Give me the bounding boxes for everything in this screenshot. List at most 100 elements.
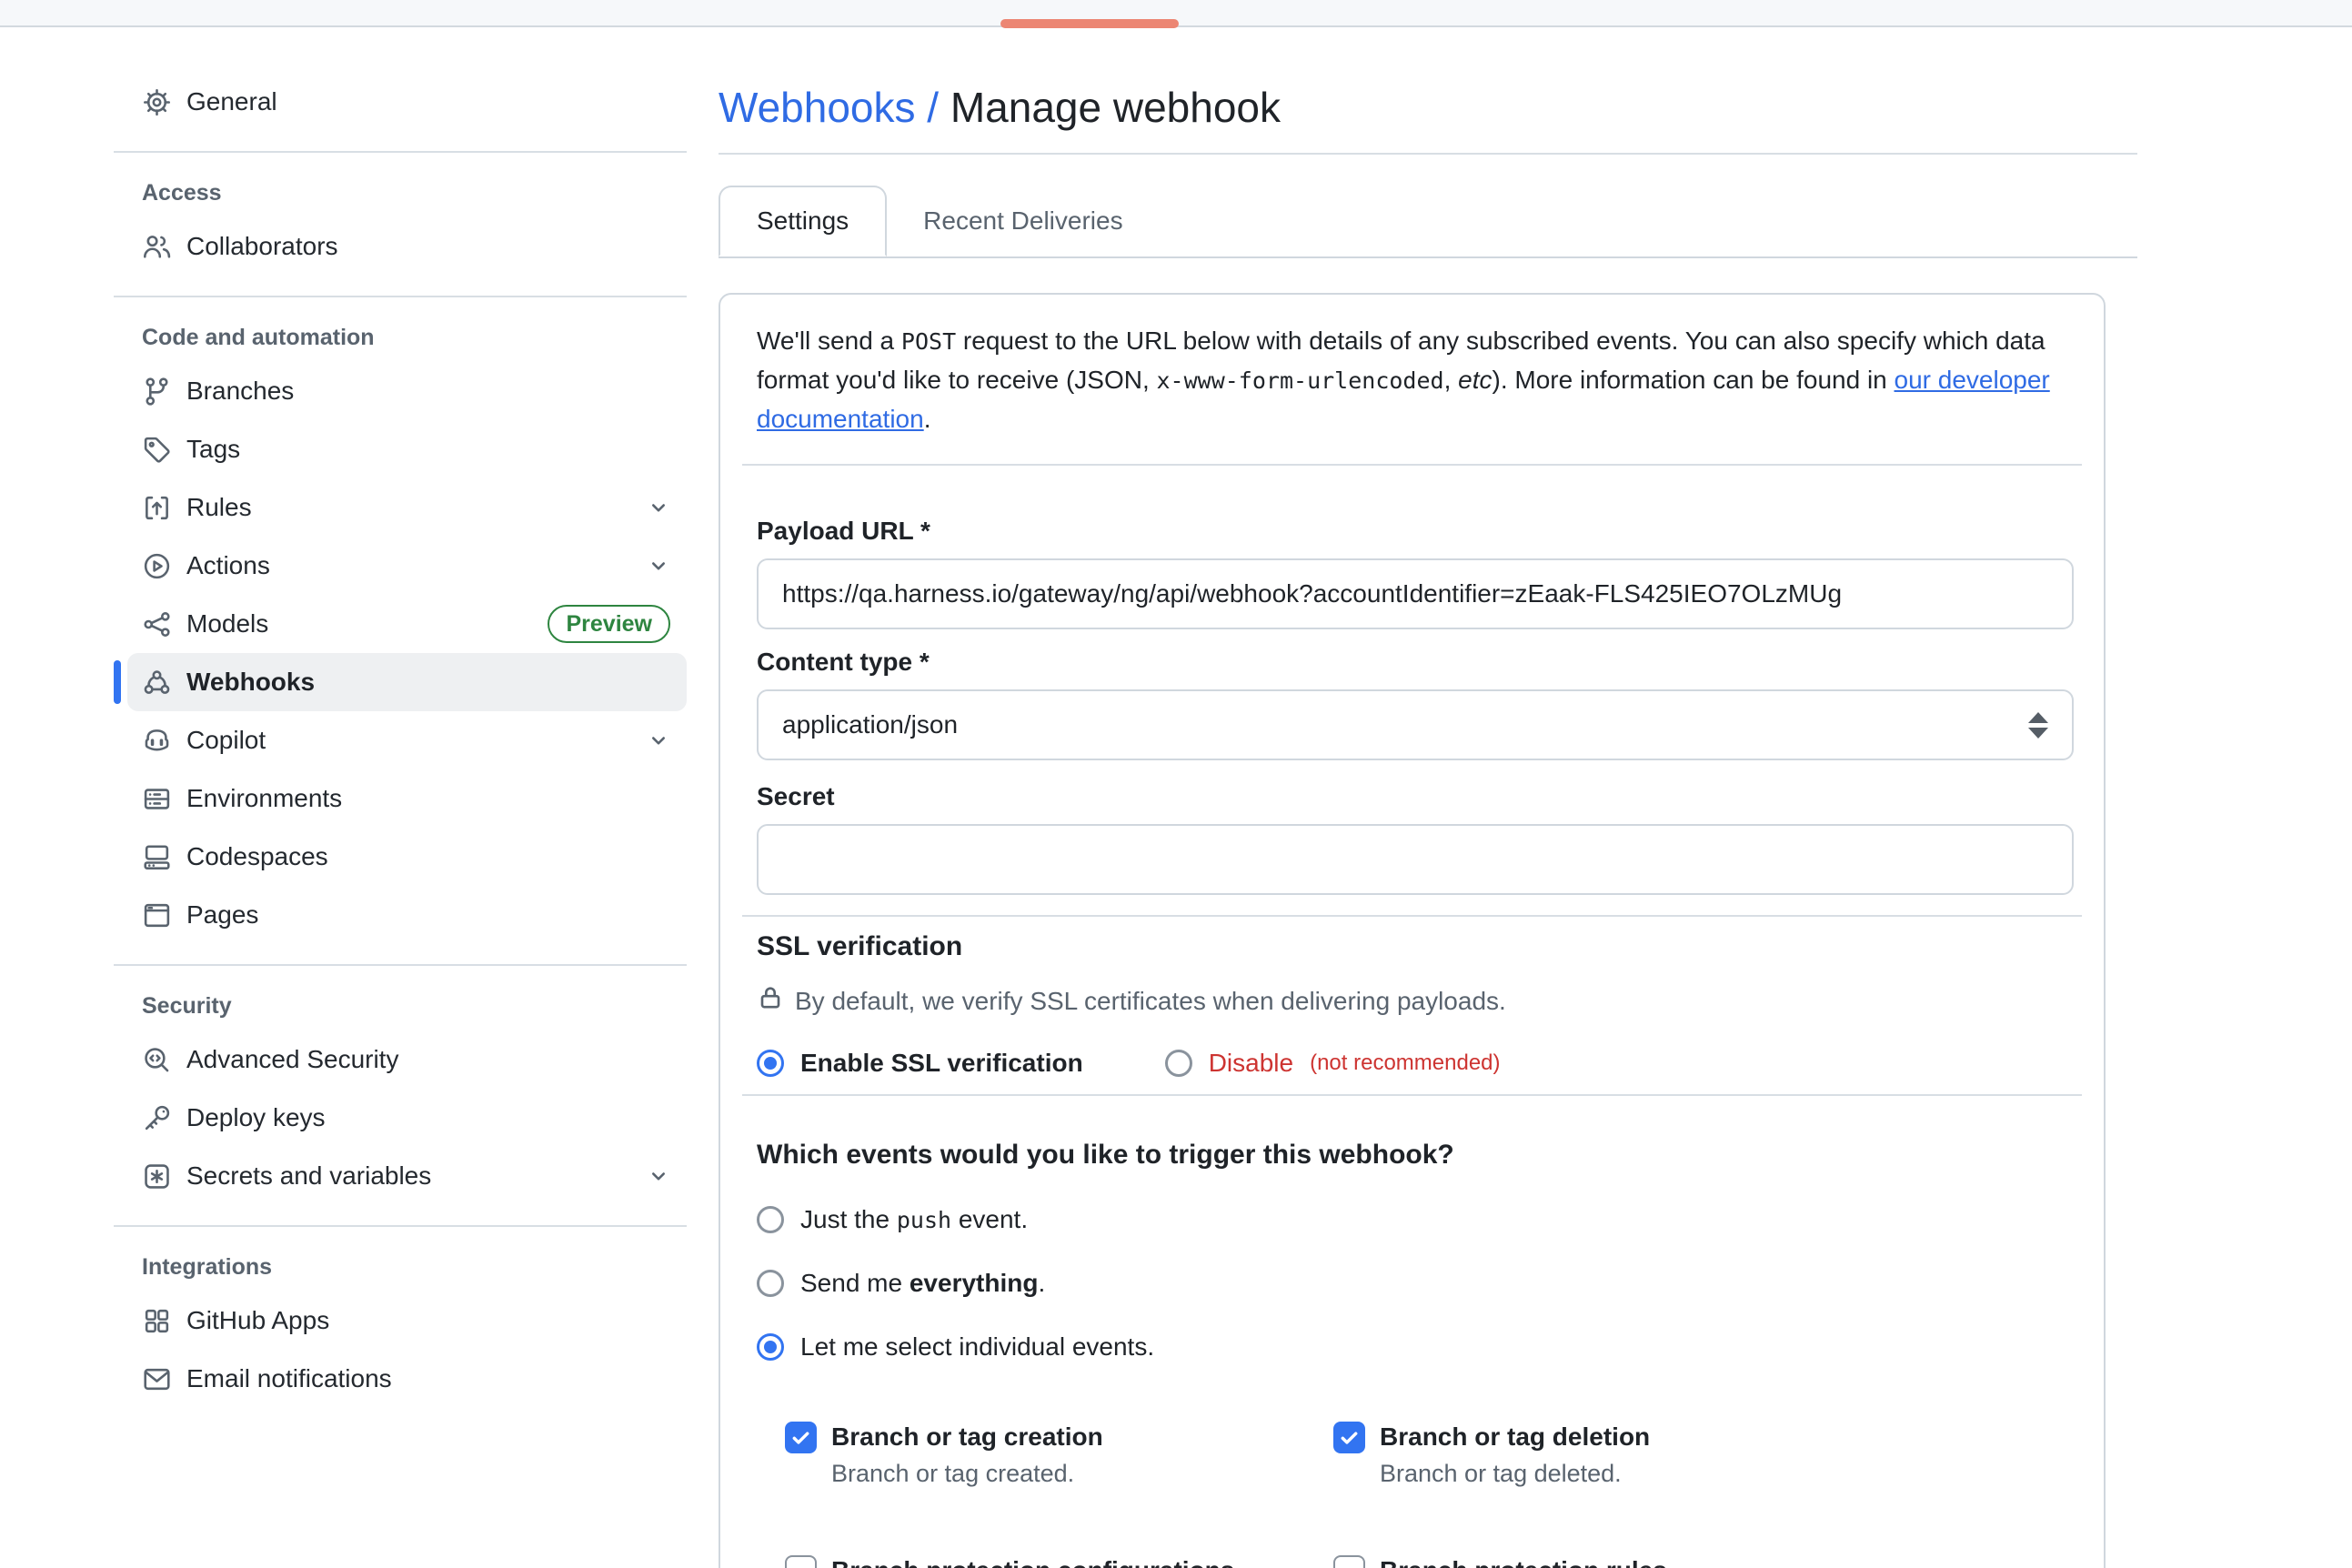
copilot-icon [142,726,172,756]
sidebar-item-models[interactable]: Models Preview [127,595,687,653]
select-arrows-icon [2028,712,2048,739]
sidebar-item-label: GitHub Apps [186,1306,329,1335]
page-title: Webhooks / Manage webhook [719,82,2137,133]
sidebar-item-copilot[interactable]: Copilot [127,711,687,769]
lock-icon [757,984,784,1018]
checkbox-unchecked-icon [785,1555,817,1568]
sidebar-divider [114,296,687,297]
sidebar-item-general[interactable]: General [127,73,687,131]
environments-icon [142,784,172,814]
page-title-text: Manage webhook [950,84,1281,131]
sidebar-section-access: Access [127,180,687,206]
branch-protection-rules-checkbox[interactable]: Branch protection rules [1333,1553,2072,1568]
sidebar-item-label: Branches [186,377,294,406]
webhooks-breadcrumb-link[interactable]: Webhooks / [719,84,939,131]
content-type-select[interactable]: application/json [757,689,2074,760]
loading-indicator-bar [1000,19,1179,28]
sidebar-item-deploy-keys[interactable]: Deploy keys [127,1089,687,1147]
chevron-down-icon [647,496,670,519]
browser-top-strip [0,0,2352,27]
just-push-event-radio[interactable]: Just the push event. [757,1205,2072,1234]
radio-unselected-icon [1165,1050,1192,1077]
payload-url-input[interactable] [757,558,2074,629]
content-type-value: application/json [782,710,958,739]
urlencoded-code: x-www-form-urlencoded [1157,367,1444,394]
sidebar-item-email-notifications[interactable]: Email notifications [127,1350,687,1408]
webhook-intro-text: We'll send a POST request to the URL bel… [757,295,2072,438]
sidebar-item-environments[interactable]: Environments [127,769,687,828]
radio-unselected-icon [757,1270,784,1297]
event-checkbox-grid: Branch or tag creationBranch or tag crea… [785,1420,2072,1568]
rules-icon [142,493,172,523]
content-type-label: Content type * [757,648,2072,677]
sidebar-divider [114,964,687,966]
sidebar-item-label: Advanced Security [186,1045,398,1074]
chevron-down-icon [647,554,670,578]
sidebar-item-codespaces[interactable]: Codespaces [127,828,687,886]
sidebar-item-label: Actions [186,551,270,580]
checkbox-unchecked-icon [1333,1555,1365,1568]
header-divider [719,153,2137,155]
enable-ssl-radio[interactable]: Enable SSL verification [757,1049,1083,1078]
post-code: POST [901,328,956,355]
sidebar-item-label: Rules [186,493,252,522]
branch-protection-configurations-checkbox[interactable]: Branch protection configurations [785,1553,1333,1568]
branch-or-tag-creation-checkbox[interactable]: Branch or tag creationBranch or tag crea… [785,1420,1333,1488]
tab-recent-deliveries[interactable]: Recent Deliveries [887,186,1159,256]
branch-or-tag-deletion-checkbox[interactable]: Branch or tag deletionBranch or tag dele… [1333,1420,2072,1488]
sidebar-item-collaborators[interactable]: Collaborators [127,217,687,276]
git-branch-icon [142,377,172,407]
sidebar-item-webhooks[interactable]: Webhooks [127,653,687,711]
main-content: Webhooks / Manage webhook Settings Recen… [719,73,2137,1568]
preview-badge: Preview [548,605,670,644]
sidebar-item-label: General [186,87,277,116]
sidebar-item-github-apps[interactable]: GitHub Apps [127,1292,687,1350]
sidebar-item-secrets-and-variables[interactable]: Secrets and variables [127,1147,687,1205]
send-everything-radio[interactable]: Send me everything. [757,1269,2072,1298]
sidebar-item-label: Deploy keys [186,1103,326,1132]
sidebar-item-label: Codespaces [186,842,328,871]
sidebar-divider [114,151,687,153]
key-icon [142,1103,172,1133]
sidebar-item-advanced-security[interactable]: Advanced Security [127,1030,687,1089]
sidebar-item-label: Environments [186,784,342,813]
settings-page: General Access Collaborators Code and au… [0,27,2352,1568]
tab-settings[interactable]: Settings [719,186,887,256]
sidebar-item-label: Copilot [186,726,266,755]
gear-icon [142,87,172,117]
webhook-icon [142,668,172,698]
models-icon [142,609,172,639]
sidebar-item-rules[interactable]: Rules [127,478,687,537]
play-icon [142,551,172,581]
ssl-radio-group: Enable SSL verification Disable (not rec… [757,1049,2072,1078]
tag-icon [142,435,172,465]
sidebar-item-label: Collaborators [186,232,338,261]
radio-unselected-icon [757,1206,784,1233]
sidebar-item-label: Webhooks [186,668,315,697]
checkbox-checked-icon [785,1422,817,1453]
webhook-form-panel: We'll send a POST request to the URL bel… [719,293,2106,1568]
sidebar-divider [114,1225,687,1227]
panel-divider [742,915,2082,917]
secret-input[interactable] [757,824,2074,895]
tab-bar: Settings Recent Deliveries [719,186,2137,258]
code-scan-icon [142,1045,172,1075]
sidebar-item-tags[interactable]: Tags [127,420,687,478]
panel-divider [742,1094,2082,1096]
sidebar-item-actions[interactable]: Actions [127,537,687,595]
sidebar-section-integrations: Integrations [127,1254,687,1281]
secret-label: Secret [757,782,2072,811]
sidebar-item-label: Pages [186,900,258,930]
chevron-down-icon [647,1164,670,1188]
settings-sidebar: General Access Collaborators Code and au… [114,73,687,1568]
disable-ssl-radio[interactable]: Disable (not recommended) [1165,1049,1501,1078]
sidebar-item-pages[interactable]: Pages [127,886,687,944]
sidebar-item-label: Email notifications [186,1364,392,1393]
sidebar-item-label: Tags [186,435,240,464]
select-individual-events-radio[interactable]: Let me select individual events. [757,1332,2072,1362]
chevron-down-icon [647,729,670,752]
apps-grid-icon [142,1306,172,1336]
codespaces-icon [142,842,172,872]
payload-url-label: Payload URL * [757,517,2072,546]
sidebar-item-branches[interactable]: Branches [127,362,687,420]
